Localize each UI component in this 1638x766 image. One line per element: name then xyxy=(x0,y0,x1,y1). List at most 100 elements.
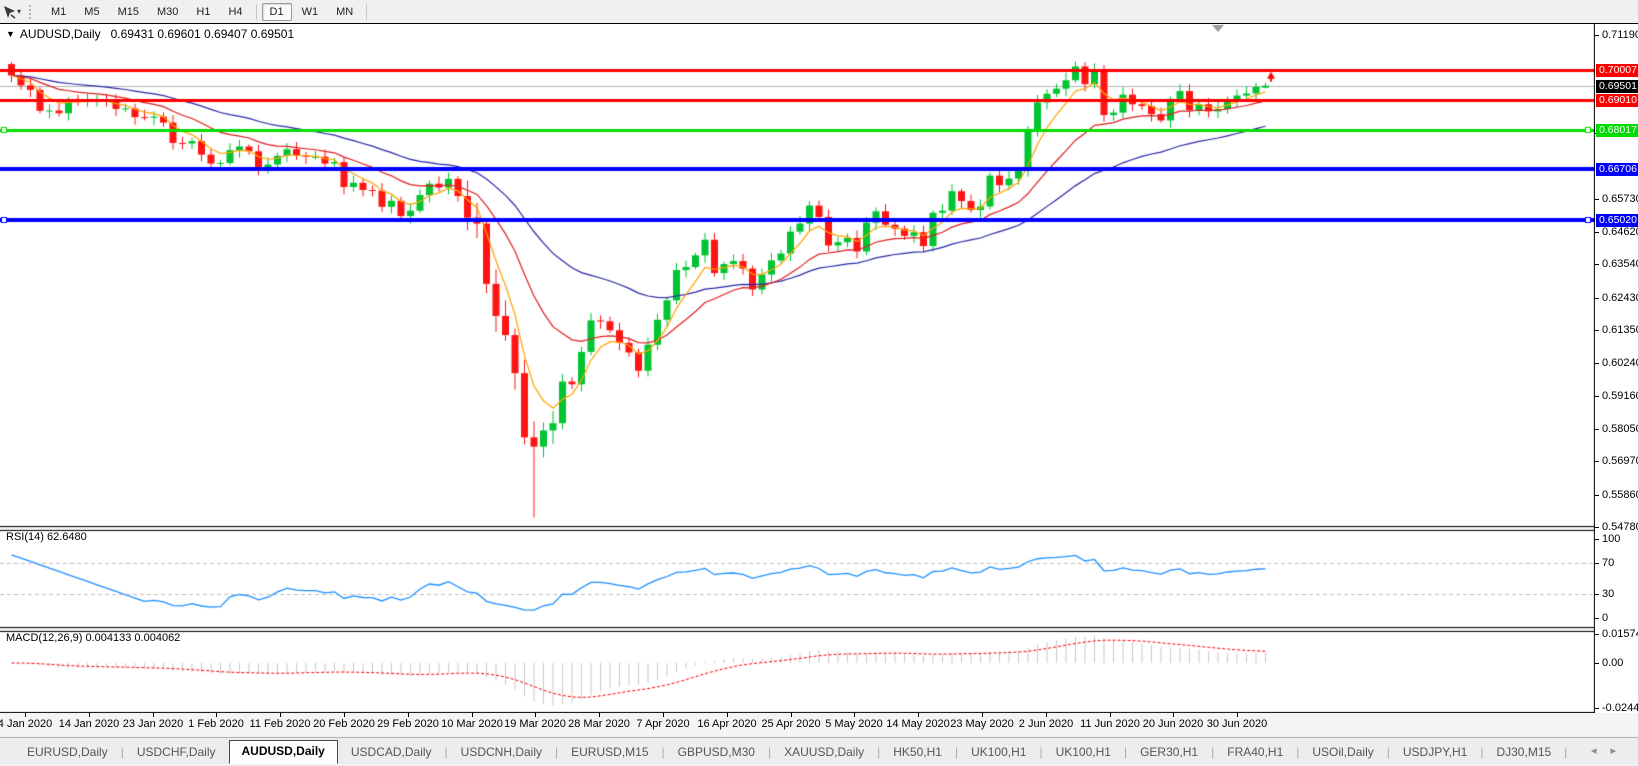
chart-tab-audusd-daily[interactable]: AUDUSD,Daily xyxy=(228,740,338,764)
time-axis-tick-mark xyxy=(344,713,345,717)
level-price-badge: 0.68017 xyxy=(1596,124,1638,137)
tab-scroll-arrows[interactable]: ◂▸ xyxy=(1591,744,1630,757)
rsi-axis-tick-label-mark xyxy=(1595,618,1599,619)
chart-tab-uk100-h1[interactable]: UK100,H1 xyxy=(958,741,1039,764)
toolbar-separator xyxy=(366,3,368,20)
level-price-badge: 0.70007 xyxy=(1596,64,1638,77)
mt4-window: ▾ M1 M5 M15 M30 H1 H4 D1 W1 MN ▼ AUDUSD,Daily 0.69… xyxy=(0,0,1638,766)
time-axis-date-label: 1 Feb 2020 xyxy=(188,718,244,730)
chart-symbol-period: AUDUSD,Daily xyxy=(19,27,101,41)
time-axis-date-label: 4 Jan 2020 xyxy=(0,718,53,730)
price-axis-tick-label-mark xyxy=(1595,495,1599,496)
chart-tab-xauusd-daily[interactable]: XAUUSD,Daily xyxy=(771,741,877,764)
price-axis-tick-label-mark xyxy=(1595,363,1599,364)
price-axis-tick-label: 0.63540 xyxy=(1602,258,1638,270)
price-axis-tick-label: 0.56970 xyxy=(1602,455,1638,467)
timeframe-button-M15[interactable]: M15 xyxy=(110,3,147,21)
time-axis-date-label: 7 Apr 2020 xyxy=(636,718,690,730)
time-axis-tick-mark xyxy=(535,713,536,717)
chart-ohlc-values: 0.69431 0.69601 0.69407 0.69501 xyxy=(110,27,295,41)
chevron-down-icon[interactable]: ▾ xyxy=(17,7,21,16)
toolbar-grip[interactable] xyxy=(29,4,34,19)
price-axis-tick-label-mark xyxy=(1595,396,1599,397)
time-axis-date-label: 11 Feb 2020 xyxy=(249,718,311,730)
time-axis-tick-mark xyxy=(791,713,792,717)
time-axis-tick-mark xyxy=(472,713,473,717)
price-axis-tick-label-mark xyxy=(1595,199,1599,200)
time-axis-date-label: 2 Jun 2020 xyxy=(1018,718,1074,730)
time-axis-date-label: 23 Jan 2020 xyxy=(122,718,184,730)
rsi-axis-tick-label: 100 xyxy=(1602,533,1621,545)
time-axis-date-label: 10 Mar 2020 xyxy=(441,718,503,730)
time-axis-date-label: 30 Jun 2020 xyxy=(1206,718,1268,730)
time-axis-date-label: 11 Jun 2020 xyxy=(1080,718,1140,730)
chart-tab-usoil-daily[interactable]: USOil,Daily xyxy=(1299,741,1386,764)
time-axis-tick-mark xyxy=(153,713,154,717)
time-axis-tick-mark xyxy=(599,713,600,717)
price-axis-tick-label: 0.59160 xyxy=(1602,390,1638,402)
time-axis-tick-mark xyxy=(1173,713,1174,717)
time-axis-tick-mark xyxy=(982,713,983,717)
price-axis-tick-label: 0.55860 xyxy=(1602,489,1638,501)
time-axis-tick-mark xyxy=(216,713,217,717)
price-axis-tick-label: 0.65730 xyxy=(1602,193,1638,205)
rsi-axis-tick-label: 70 xyxy=(1602,557,1615,569)
chart-tab-usdjpy-h1[interactable]: USDJPY,H1 xyxy=(1390,741,1480,764)
time-axis-date-label: 5 May 2020 xyxy=(825,718,883,730)
timeframe-button-M5[interactable]: M5 xyxy=(76,3,107,21)
time-axis-tick-mark xyxy=(25,713,26,717)
timeframe-button-D1[interactable]: D1 xyxy=(261,2,292,21)
rsi-axis-tick-label: 30 xyxy=(1602,588,1615,600)
timeframe-button-M30[interactable]: M30 xyxy=(149,3,186,21)
rsi-axis-tick-label-mark xyxy=(1595,594,1599,595)
macd-axis-tick-label: -0.024412 xyxy=(1602,702,1638,714)
chart-tool-button[interactable]: ▾ xyxy=(2,5,23,19)
macd-axis-tick-label-mark xyxy=(1595,634,1599,635)
timeframe-button-H4[interactable]: H4 xyxy=(220,3,250,21)
chart-tab-ger30-h1[interactable]: GER30,H1 xyxy=(1127,741,1211,764)
price-axis[interactable]: 0.711900.679200.657300.646200.635400.624… xyxy=(1595,24,1638,714)
chart-tab-uk100-h1[interactable]: UK100,H1 xyxy=(1043,741,1124,764)
time-axis-date-label: 25 Apr 2020 xyxy=(761,718,821,730)
macd-axis-tick-label-mark xyxy=(1595,663,1599,664)
scroll-left-icon[interactable]: ◂ xyxy=(1591,745,1611,757)
chart-tab-hk50-h1[interactable]: HK50,H1 xyxy=(880,741,955,764)
chart-tab-eurusd-daily[interactable]: EURUSD,Daily xyxy=(14,741,121,764)
price-axis-tick-label-mark xyxy=(1595,298,1599,299)
price-axis-tick-label-mark xyxy=(1595,232,1599,233)
timeframe-button-H1[interactable]: H1 xyxy=(188,3,218,21)
chart-tab-dj30-m15[interactable]: DJ30,M15 xyxy=(1483,741,1564,764)
time-axis-date-label: 20 Feb 2020 xyxy=(313,718,375,730)
time-axis-date-label: 28 Mar 2020 xyxy=(568,718,630,730)
macd-label: MACD(12,26,9) 0.004133 0.004062 xyxy=(6,632,181,644)
chart-tab-gbpusd-m30[interactable]: GBPUSD,M30 xyxy=(665,741,768,764)
timeframe-button-W1[interactable]: W1 xyxy=(294,3,327,21)
time-axis-tick-mark xyxy=(663,713,664,717)
price-axis-tick-label: 0.61350 xyxy=(1602,324,1638,336)
timeframe-button-MN[interactable]: MN xyxy=(328,3,361,21)
time-axis-tick-mark xyxy=(89,713,90,717)
price-axis-tick-label: 0.54780 xyxy=(1602,521,1638,533)
chart-tab-eurusd-m15[interactable]: EURUSD,M15 xyxy=(558,741,661,764)
collapse-triangle-icon[interactable]: ▼ xyxy=(6,29,15,39)
rsi-label: RSI(14) 62.6480 xyxy=(6,531,87,543)
current-price-badge: 0.69501 xyxy=(1596,80,1638,93)
main-chart-canvas[interactable] xyxy=(0,24,1595,713)
time-axis-date-label: 29 Feb 2020 xyxy=(377,718,439,730)
time-axis-tick-mark xyxy=(1046,713,1047,717)
timeframe-button-M1[interactable]: M1 xyxy=(43,3,74,21)
price-axis-tick-label: 0.71190 xyxy=(1602,29,1638,41)
time-axis-date-label: 14 May 2020 xyxy=(886,718,950,730)
chart-tab-fra40-h1[interactable]: FRA40,H1 xyxy=(1214,741,1296,764)
chart-tab-usdchf-daily[interactable]: USDCHF,Daily xyxy=(124,741,229,764)
time-axis-date-label: 14 Jan 2020 xyxy=(58,718,120,730)
price-axis-tick-label: 0.62430 xyxy=(1602,292,1638,304)
price-axis-tick-label-mark xyxy=(1595,527,1599,528)
time-axis-tick-mark xyxy=(280,713,281,717)
time-axis[interactable]: 4 Jan 2020 14 Jan 2020 23 Jan 2020 1 Feb 20… xyxy=(0,713,1638,736)
scroll-right-icon[interactable]: ▸ xyxy=(1610,745,1630,757)
chart-tab-usdcnh-daily[interactable]: USDCNH,Daily xyxy=(448,741,555,764)
crosshair-cursor-icon xyxy=(4,5,16,19)
chart-tab-usdcad-daily[interactable]: USDCAD,Daily xyxy=(338,741,445,764)
time-axis-tick-mark xyxy=(1237,713,1238,717)
